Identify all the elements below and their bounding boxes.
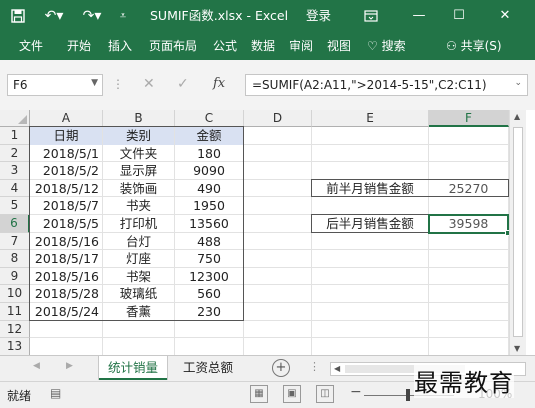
tab-review[interactable]: 审阅	[289, 32, 313, 60]
tab-view[interactable]: 视图	[327, 32, 351, 60]
close-button[interactable]: ✕	[490, 4, 520, 28]
select-all-corner[interactable]	[0, 110, 30, 127]
search-box[interactable]: ♡ 搜索	[367, 32, 406, 60]
tab-file[interactable]: 文件	[19, 32, 43, 60]
macro-record-icon[interactable]: ▤	[50, 386, 61, 400]
normal-view-icon[interactable]: ▦	[250, 385, 268, 403]
status-ready: 就绪	[7, 389, 32, 403]
more-options-icon[interactable]: ⋮	[309, 360, 320, 373]
summary-border	[311, 178, 509, 198]
row-header[interactable]: 3	[0, 162, 30, 180]
row-header[interactable]: 7	[0, 232, 30, 251]
formula-spacer-bottom	[0, 101, 535, 110]
column-header[interactable]: A	[30, 110, 103, 127]
redo-icon[interactable]: ↷▾	[80, 6, 104, 26]
row-header[interactable]: 11	[0, 303, 30, 321]
share-label: 共享(S)	[460, 39, 502, 53]
select-all-icon	[18, 115, 27, 124]
tab-data[interactable]: 数据	[251, 32, 275, 60]
column-header[interactable]: E	[312, 110, 429, 127]
save-icon[interactable]	[8, 6, 28, 26]
row-header[interactable]: 4	[0, 179, 30, 198]
ribbon-tabs: 文件 开始 插入 页面布局 公式 数据 审阅 视图 ♡ 搜索 ⚇ 共享(S)	[0, 32, 535, 60]
row-header[interactable]: 2	[0, 144, 30, 163]
watermark-logo: 最需教育	[414, 363, 514, 398]
row-header[interactable]: 10	[0, 285, 30, 303]
tab-insert[interactable]: 插入	[108, 32, 132, 60]
title-bar: ↶▾ ↷▾ ⩡ SUMIF函数.xlsx - Excel 登录 — ☐ ✕	[0, 0, 535, 32]
vertical-scroll-thumb[interactable]	[513, 127, 523, 337]
zoom-slider-knob[interactable]	[406, 389, 410, 401]
tab-page-layout[interactable]: 页面布局	[149, 32, 197, 60]
share-button[interactable]: ⚇ 共享(S)	[446, 32, 502, 60]
formula-bar: F6 ▼ ⋮ ✕ ✓ fx =SUMIF(A2:A11,">2014-5-15"…	[0, 71, 535, 101]
scroll-down-icon[interactable]: ▼	[514, 344, 520, 353]
row-header[interactable]: 13	[0, 338, 30, 355]
worksheet-grid[interactable]: A B C D E F 1 2 3 4 5 6 7 8 9 10 11 12 13 日期 类别 金额 2018/5/1 文件夹…	[0, 110, 509, 355]
formula-text: =SUMIF(A2:A11,">2014-5-15",C2:C11)	[252, 78, 487, 92]
scroll-left-icon[interactable]: ◀	[334, 364, 340, 373]
formula-bar-divider-icon: ⋮	[112, 77, 124, 91]
add-sheet-icon[interactable]: +	[272, 359, 290, 377]
row-header[interactable]: 6	[0, 215, 30, 233]
tab-formulas[interactable]: 公式	[213, 32, 237, 60]
page-break-view-icon[interactable]: ◫	[316, 385, 334, 403]
row-header[interactable]: 9	[0, 267, 30, 286]
enter-icon[interactable]: ✓	[177, 76, 189, 92]
grid-line	[30, 337, 509, 339]
tab-home[interactable]: 开始	[67, 32, 91, 60]
chevron-down-icon[interactable]: ▼	[91, 78, 98, 88]
window-title: SUMIF函数.xlsx - Excel	[150, 8, 289, 23]
column-header[interactable]: F	[429, 110, 509, 127]
column-header[interactable]: C	[175, 110, 244, 127]
insert-function-icon[interactable]: fx	[213, 76, 225, 91]
ribbon-display-icon[interactable]	[356, 4, 386, 28]
table-border	[29, 126, 244, 321]
minimize-button[interactable]: —	[404, 4, 434, 28]
customize-quick-access-icon[interactable]: ⩡	[116, 6, 130, 26]
vertical-scrollbar[interactable]: ▲ ▼	[509, 110, 526, 355]
lightbulb-icon: ♡	[367, 39, 378, 53]
row-header[interactable]: 8	[0, 250, 30, 268]
login-link[interactable]: 登录	[306, 6, 331, 26]
maximize-button[interactable]: ☐	[444, 4, 474, 28]
undo-icon[interactable]: ↶▾	[42, 6, 66, 26]
search-label: 搜索	[381, 39, 406, 53]
sheet-tab[interactable]: 工资总额	[172, 356, 244, 380]
person-icon: ⚇	[446, 39, 457, 53]
name-box[interactable]: F6 ▼	[7, 74, 103, 96]
page-layout-view-icon[interactable]: ▣	[283, 385, 301, 403]
formula-input[interactable]: =SUMIF(A2:A11,">2014-5-15",C2:C11) ⌄	[245, 74, 528, 96]
row-header[interactable]: 1	[0, 127, 30, 145]
cancel-icon[interactable]: ✕	[143, 76, 155, 92]
scroll-up-icon[interactable]: ▲	[514, 112, 520, 121]
next-sheet-icon[interactable]: ▶	[66, 361, 73, 371]
name-box-value: F6	[13, 78, 28, 92]
formula-spacer	[0, 60, 535, 71]
zoom-out-icon[interactable]: −	[350, 384, 362, 400]
row-header[interactable]: 5	[0, 197, 30, 215]
sheet-tab-active[interactable]: 统计销量	[99, 356, 167, 380]
active-cell-selection[interactable]	[428, 214, 509, 236]
prev-sheet-icon[interactable]: ◀	[33, 361, 40, 371]
column-header[interactable]: D	[244, 110, 312, 127]
column-header[interactable]: B	[103, 110, 175, 127]
expand-formula-icon[interactable]: ⌄	[514, 78, 522, 88]
row-header[interactable]: 12	[0, 320, 30, 339]
